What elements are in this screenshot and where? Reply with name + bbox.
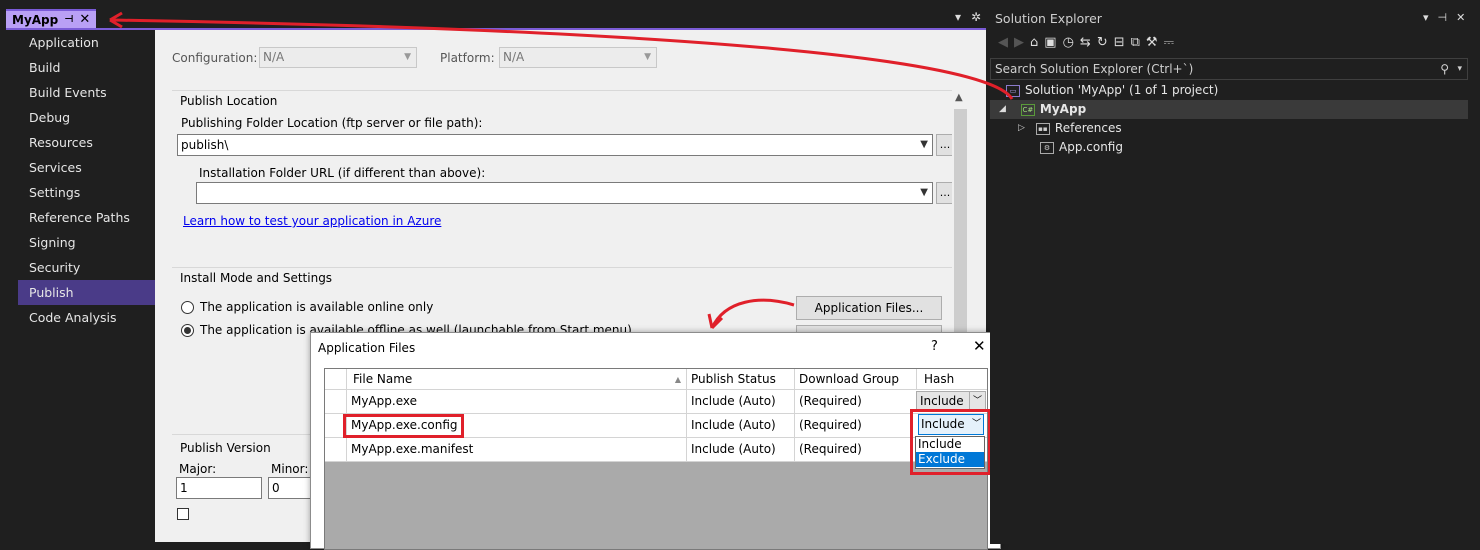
- annotation-arrows: [109, 11, 1014, 330]
- arrow-to-tab: [109, 18, 1014, 100]
- arrow-to-dialog: [710, 298, 795, 329]
